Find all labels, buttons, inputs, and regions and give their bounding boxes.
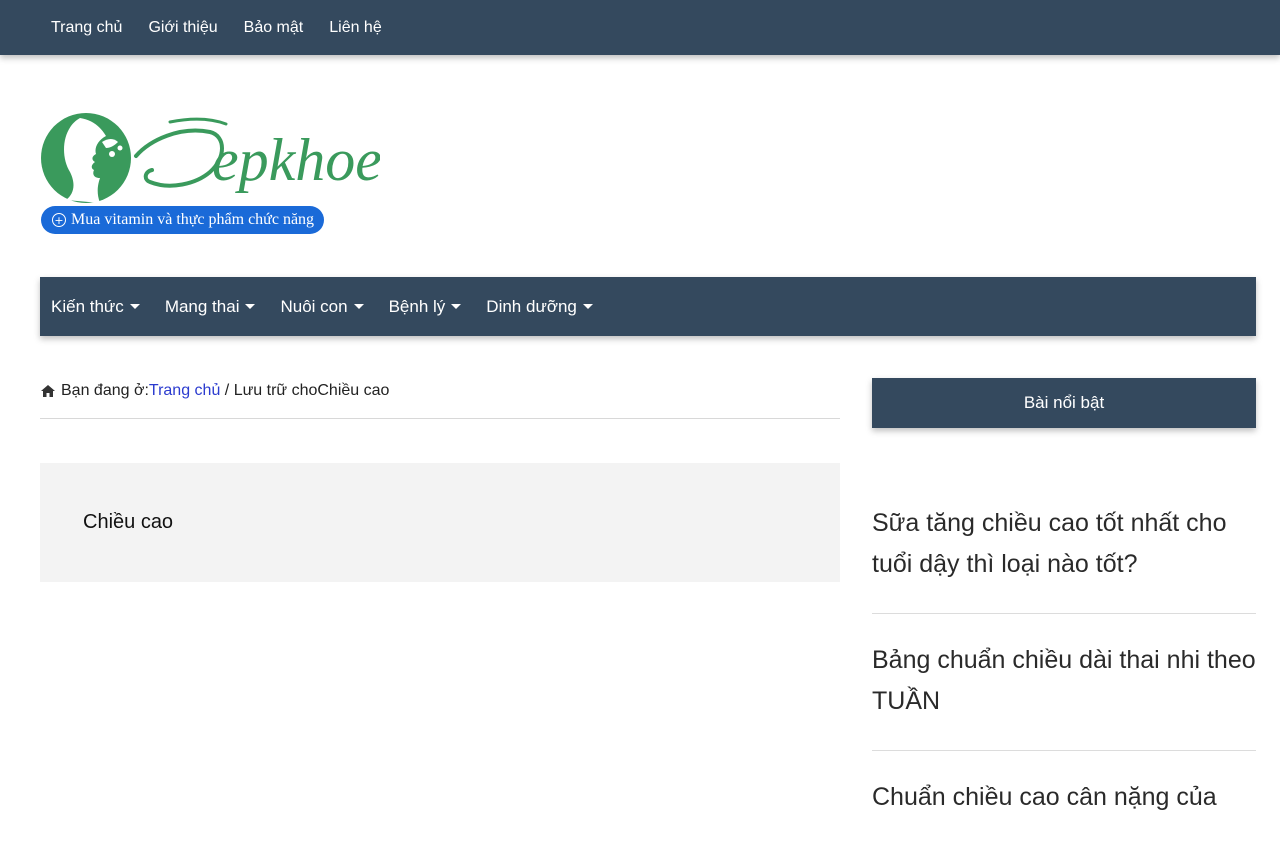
nav-item-label: Bệnh lý xyxy=(388,296,446,316)
caret-down-icon xyxy=(451,304,462,309)
top-nav-contact[interactable]: Liên hệ xyxy=(329,19,382,37)
nav-item-nutrition[interactable]: Dinh dưỡng xyxy=(486,297,593,317)
featured-post-title[interactable]: Sữa tăng chiều cao tốt nhất cho tuổi dậy… xyxy=(872,509,1226,578)
plus-circle-icon: + xyxy=(52,213,66,227)
nav-item-diseases[interactable]: Bệnh lý xyxy=(389,297,462,317)
logo-graphic: epkhoe xyxy=(41,113,380,203)
nav-item-label: Mang thai xyxy=(164,296,240,316)
caret-down-icon xyxy=(353,304,364,309)
sidebar-title: Bài nổi bật xyxy=(872,378,1256,428)
caret-down-icon xyxy=(245,304,256,309)
breadcrumb-separator: / xyxy=(220,382,234,399)
caret-down-icon xyxy=(129,304,140,309)
nav-item-label: Dinh dưỡng xyxy=(486,296,577,316)
breadcrumb-current: Lưu trữ choChiều cao xyxy=(233,382,390,399)
buy-vitamins-label: Mua vitamin và thực phẩm chức năng xyxy=(71,211,315,228)
featured-post[interactable]: Chuẩn chiều cao cân nặng của xyxy=(872,777,1256,844)
nav-item-pregnancy[interactable]: Mang thai xyxy=(165,297,256,317)
top-nav-about[interactable]: Giới thiệu xyxy=(148,19,217,37)
featured-post-title[interactable]: Bảng chuẩn chiều dài thai nhi theo TUẦN xyxy=(872,646,1256,715)
category-nav: Kiến thức Mang thai Nuôi con Bệnh lý Din… xyxy=(40,277,1256,336)
featured-post[interactable]: Bảng chuẩn chiều dài thai nhi theo TUẦN xyxy=(872,640,1256,751)
breadcrumb-home-link[interactable]: Trang chủ xyxy=(149,382,220,400)
svg-text:epkhoe: epkhoe xyxy=(212,127,380,193)
buy-vitamins-button[interactable]: + Mua vitamin và thực phẩm chức năng xyxy=(41,206,325,234)
featured-post[interactable]: Sữa tăng chiều cao tốt nhất cho tuổi dậy… xyxy=(872,428,1256,614)
breadcrumb-prefix: Bạn đang ở: xyxy=(61,382,149,399)
archive-title: Chiều cao xyxy=(83,511,174,533)
nav-item-parenting[interactable]: Nuôi con xyxy=(280,296,364,317)
caret-down-icon xyxy=(582,304,593,309)
sidebar: Bài nổi bật Sữa tăng chiều cao tốt nhất … xyxy=(872,378,1256,844)
breadcrumb: Bạn đang ở: Trang chủ / Lưu trữ choChiều… xyxy=(40,382,840,419)
archive-header: Chiều cao xyxy=(40,463,840,582)
home-icon xyxy=(41,385,55,397)
nav-item-knowledge[interactable]: Kiến thức xyxy=(51,297,140,317)
nav-item-label: Nuôi con xyxy=(280,296,348,316)
featured-post-title[interactable]: Chuẩn chiều cao cân nặng của xyxy=(872,783,1217,811)
nav-item-label: Kiến thức xyxy=(51,296,124,316)
top-nav-privacy[interactable]: Bảo mật xyxy=(244,19,304,37)
top-nav-home[interactable]: Trang chủ xyxy=(51,19,122,37)
top-nav: Trang chủ Giới thiệu Bảo mật Liên hệ xyxy=(0,0,1280,55)
